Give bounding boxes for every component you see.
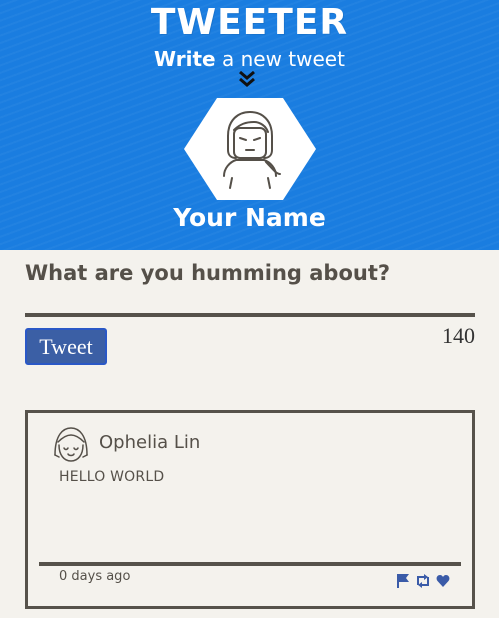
- user-avatar: [184, 98, 316, 200]
- character-counter: 140: [442, 323, 475, 348]
- profile-name: Your Name: [173, 203, 326, 232]
- double-chevron-down-icon[interactable]: [237, 71, 257, 87]
- subtitle-strong: Write: [154, 47, 216, 71]
- flag-icon[interactable]: [396, 573, 410, 589]
- heart-icon[interactable]: [436, 573, 450, 589]
- tweet-card: Ophelia Lin HELLO WORLD 0 days ago: [25, 410, 475, 609]
- subtitle-rest: a new tweet: [221, 47, 345, 71]
- header-banner: TWEETER Write a new tweet Your Name: [0, 0, 499, 250]
- brand-logo: TWEETER: [150, 2, 349, 43]
- compose-prompt[interactable]: What are you humming about?: [25, 258, 390, 288]
- tweet-actions: [396, 573, 450, 589]
- tweet-author: Ophelia Lin: [99, 432, 201, 453]
- compose-divider: [25, 313, 475, 317]
- compose-toggle[interactable]: Write a new tweet: [0, 45, 499, 73]
- tweet-timestamp: 0 days ago: [59, 569, 131, 584]
- tweet-divider: [39, 562, 461, 566]
- tweet-message: HELLO WORLD: [59, 469, 165, 485]
- author-avatar-icon: [54, 427, 88, 462]
- retweet-icon[interactable]: [416, 573, 430, 589]
- tweet-button[interactable]: Tweet: [25, 328, 107, 365]
